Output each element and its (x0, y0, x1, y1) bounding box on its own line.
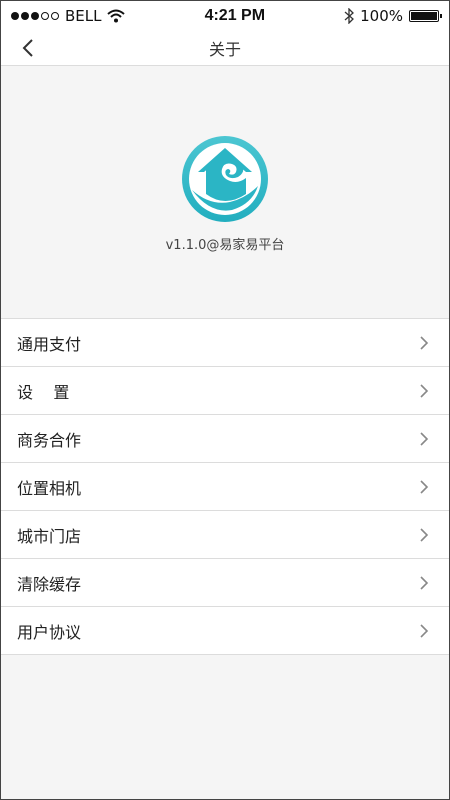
menu-item-label: 清除缓存 (17, 574, 82, 594)
carrier-name: BELL (65, 7, 102, 25)
menu-item-business-cooperation[interactable]: 商务合作 (1, 415, 449, 463)
menu-item-label: 商务合作 (17, 430, 82, 450)
chevron-left-icon (22, 39, 33, 57)
battery-icon (409, 10, 442, 22)
menu-item-label: 通用支付 (17, 334, 82, 354)
back-button[interactable] (11, 31, 45, 65)
chevron-right-icon (420, 431, 429, 446)
status-right: 100% (344, 7, 442, 25)
nav-bar: 关于 (1, 31, 449, 66)
settings-menu: 通用支付 设 置 商务合作 位置相机 城市门店 清除缓存 用户协议 (1, 318, 449, 655)
menu-item-label: 城市门店 (17, 526, 82, 546)
menu-item-label: 用户协议 (17, 622, 82, 642)
menu-item-user-agreement[interactable]: 用户协议 (1, 607, 449, 655)
page-title: 关于 (208, 40, 241, 59)
chevron-right-icon (420, 623, 429, 638)
chevron-right-icon (420, 383, 429, 398)
status-left: BELL (11, 7, 126, 25)
version-text: v1.1.0@易家易平台 (165, 238, 285, 253)
wifi-icon (107, 9, 126, 23)
chevron-right-icon (420, 575, 429, 590)
phone-frame: BELL 4:21 PM 100% 关于 v1.1.0@易家易平台 通用支付 设… (0, 0, 450, 800)
menu-item-settings[interactable]: 设 置 (1, 367, 449, 415)
chevron-right-icon (420, 527, 429, 542)
menu-item-general-payment[interactable]: 通用支付 (1, 319, 449, 367)
signal-strength-icon (11, 12, 59, 20)
chevron-right-icon (420, 335, 429, 350)
app-logo-icon (182, 136, 268, 222)
bluetooth-icon (344, 8, 355, 24)
menu-item-location-camera[interactable]: 位置相机 (1, 463, 449, 511)
menu-item-clear-cache[interactable]: 清除缓存 (1, 559, 449, 607)
clock: 4:21 PM (204, 7, 266, 24)
menu-item-city-stores[interactable]: 城市门店 (1, 511, 449, 559)
menu-item-label: 位置相机 (17, 478, 82, 498)
status-bar: BELL 4:21 PM 100% (1, 1, 449, 31)
menu-item-label: 设 置 (17, 382, 70, 402)
about-header: v1.1.0@易家易平台 (1, 66, 449, 318)
chevron-right-icon (420, 479, 429, 494)
battery-percent: 100% (360, 7, 403, 25)
